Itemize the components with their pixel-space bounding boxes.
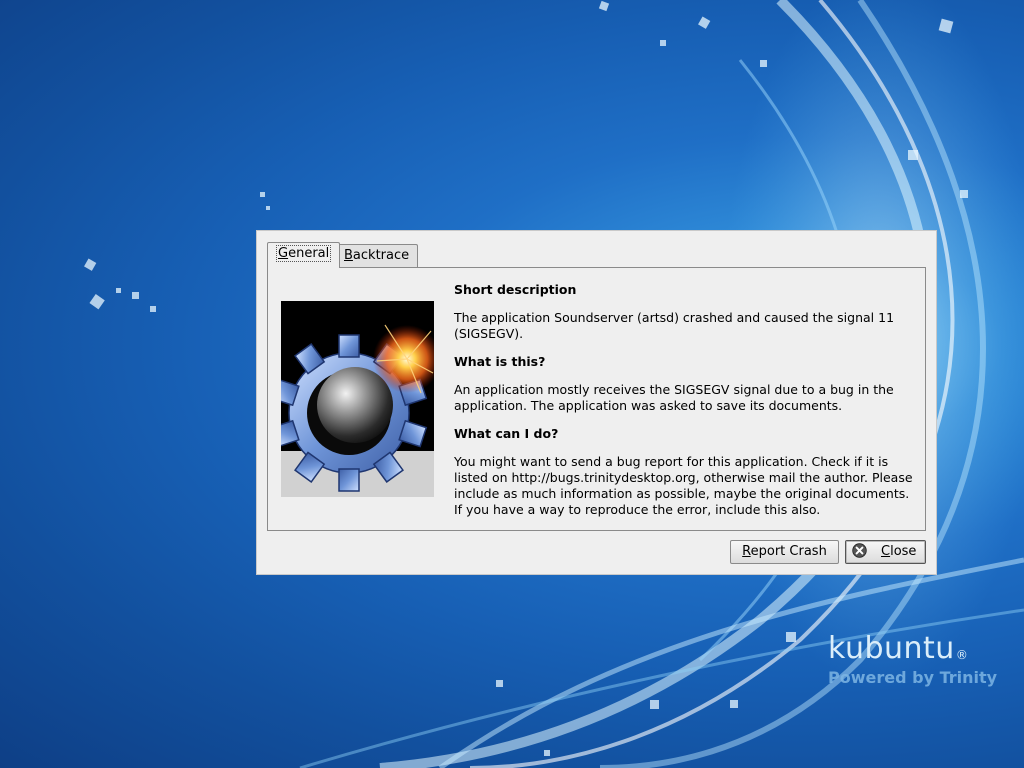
crash-handler-dialog: General Backtrace Short description The …: [256, 230, 937, 575]
close-icon: [852, 543, 867, 558]
report-crash-mnemonic: R: [742, 544, 751, 559]
close-label: lose: [890, 544, 917, 559]
tab-backtrace[interactable]: Backtrace: [335, 244, 419, 267]
what-is-this-text: An application mostly receives the SIGSE…: [454, 382, 894, 413]
tab-backtrace-label: acktrace: [352, 248, 410, 263]
kubuntu-branding: kubuntu® Powered by Trinity: [828, 631, 1008, 688]
tab-general[interactable]: General: [267, 242, 341, 268]
crash-description: Short description The application Sounds…: [454, 282, 920, 530]
what-can-i-do-text: You might want to send a bug report for …: [454, 454, 913, 517]
tab-general-mnemonic: G: [278, 246, 289, 261]
report-crash-button[interactable]: Report Crash: [730, 540, 839, 564]
report-crash-label: eport Crash: [750, 544, 827, 559]
short-description-heading: Short description: [454, 282, 577, 297]
what-is-this-heading: What is this?: [454, 354, 546, 369]
registered-mark: ®: [955, 648, 969, 662]
close-mnemonic: C: [881, 544, 891, 559]
general-panel: Short description The application Sounds…: [267, 267, 926, 531]
gear-bomb-icon: [281, 301, 434, 497]
tab-general-label: eneral: [288, 246, 330, 261]
close-button[interactable]: Close: [845, 540, 926, 564]
tab-backtrace-mnemonic: B: [344, 248, 353, 263]
short-description-text: The application Soundserver (artsd) cras…: [454, 310, 895, 341]
what-can-i-do-heading: What can I do?: [454, 426, 559, 441]
brand-name: kubuntu: [828, 631, 955, 666]
brand-tagline: Powered by Trinity: [828, 668, 998, 687]
